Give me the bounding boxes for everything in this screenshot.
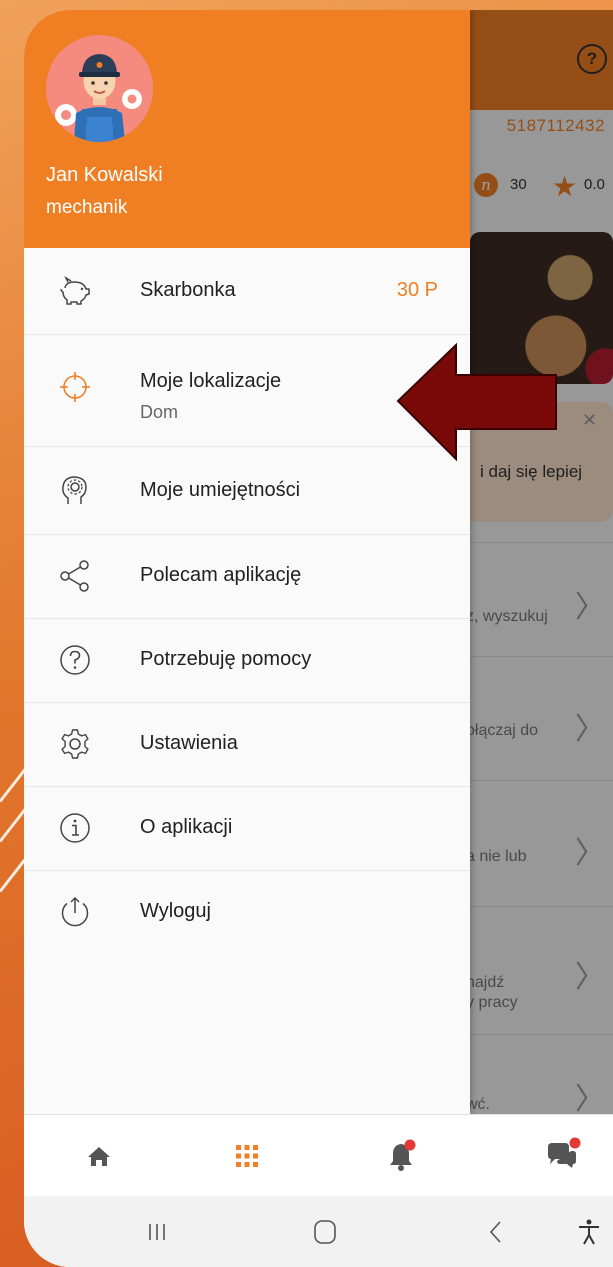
bell-icon[interactable]: [378, 1133, 424, 1179]
menu-label: Skarbonka: [140, 279, 236, 301]
help-icon: [60, 645, 90, 675]
phone-screen: ? 5187112432 n 30 ★ 0.0 ✕ i daj się lepi…: [24, 10, 613, 1267]
piggy-bank-icon: [60, 276, 90, 305]
menu-label: Potrzebuję pomocy: [140, 648, 312, 670]
brain-gear-icon: [62, 476, 87, 504]
menu-label: O aplikacji: [140, 816, 233, 838]
menu-label: Polecam aplikację: [140, 564, 302, 586]
menu-item-settings[interactable]: Ustawienia: [24, 702, 470, 787]
menu-sublabel: Dom: [140, 402, 179, 422]
arrow-annotation-icon: [396, 343, 557, 461]
system-navigation-bar: [24, 1196, 613, 1267]
menu-item-piggy-bank[interactable]: Skarbonka 30 P: [24, 248, 470, 335]
menu-item-about[interactable]: O aplikacji: [24, 786, 470, 871]
back-icon[interactable]: [479, 1216, 513, 1248]
menu-label: Moje umiejętności: [140, 479, 301, 501]
grid-icon[interactable]: [224, 1133, 270, 1179]
location-target-icon: [60, 372, 90, 402]
navigation-drawer: Jan Kowalski mechanik Skarbonka 30 P Moj…: [24, 10, 470, 1114]
bottom-navigation: [24, 1114, 613, 1197]
logout-icon: [61, 896, 89, 927]
piggy-bank-balance: 30 P: [396, 279, 438, 301]
background-stripe: [0, 859, 26, 893]
accessibility-icon[interactable]: [572, 1216, 606, 1248]
avatar[interactable]: [46, 35, 153, 142]
user-name: Jan Kowalski: [46, 164, 163, 186]
info-icon: [60, 813, 90, 843]
recent-apps-icon[interactable]: [140, 1216, 174, 1248]
menu-label: Moje lokalizacje: [140, 370, 282, 392]
home-icon[interactable]: [76, 1133, 122, 1179]
settings-gear-icon: [61, 729, 89, 759]
drawer-header: Jan Kowalski mechanik: [24, 10, 470, 248]
home-button-icon[interactable]: [308, 1216, 342, 1248]
menu-item-share[interactable]: Polecam aplikację: [24, 534, 470, 619]
share-icon: [60, 560, 89, 592]
menu-label: Ustawienia: [140, 732, 238, 754]
menu-item-help[interactable]: Potrzebuję pomocy: [24, 618, 470, 703]
user-role: mechanik: [46, 197, 128, 218]
menu-item-logout[interactable]: Wyloguj: [24, 870, 470, 954]
chat-icon[interactable]: [538, 1133, 584, 1179]
menu-label: Wyloguj: [140, 900, 211, 922]
